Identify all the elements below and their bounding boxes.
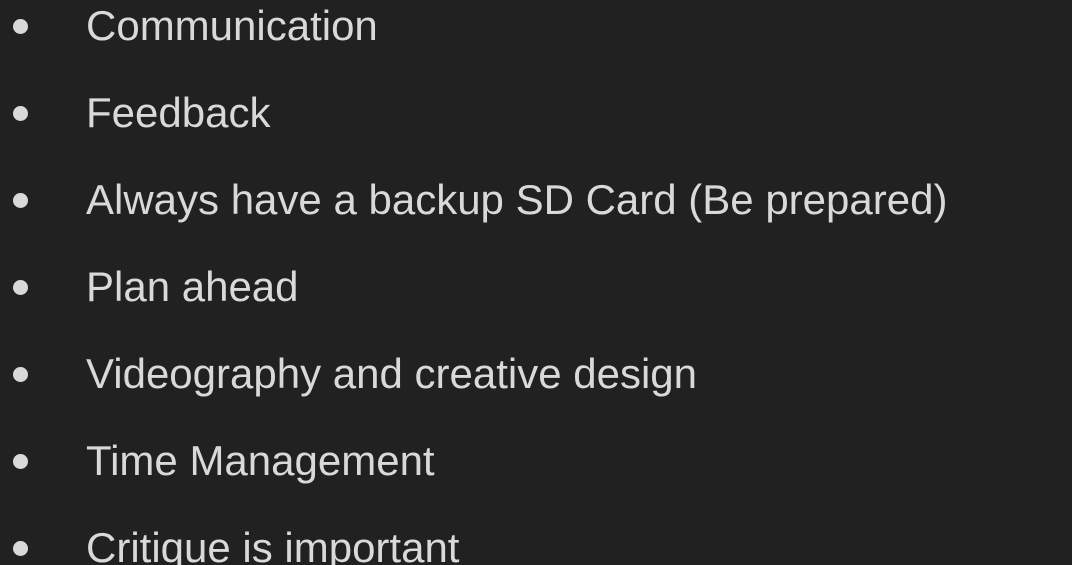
slide: Communication Feedback Always have a bac… bbox=[0, 0, 1072, 565]
bullet-text: Communication bbox=[86, 2, 378, 49]
bullet-text: Plan ahead bbox=[86, 263, 299, 310]
bullet-dot-icon bbox=[13, 19, 28, 34]
bullet-dot-icon bbox=[13, 106, 28, 121]
bullet-text: Critique is important bbox=[86, 524, 460, 565]
bullet-dot-icon bbox=[13, 541, 28, 556]
bullet-text: Videography and creative design bbox=[86, 350, 697, 397]
bullet-text: Always have a backup SD Card (Be prepare… bbox=[86, 176, 948, 223]
bullet-text: Time Management bbox=[86, 437, 435, 484]
bullet-text: Feedback bbox=[86, 89, 271, 136]
bullet-dot-icon bbox=[13, 454, 28, 469]
bullet-dot-icon bbox=[13, 367, 28, 382]
bullet-dot-icon bbox=[13, 280, 28, 295]
bullet-dot-icon bbox=[13, 193, 28, 208]
